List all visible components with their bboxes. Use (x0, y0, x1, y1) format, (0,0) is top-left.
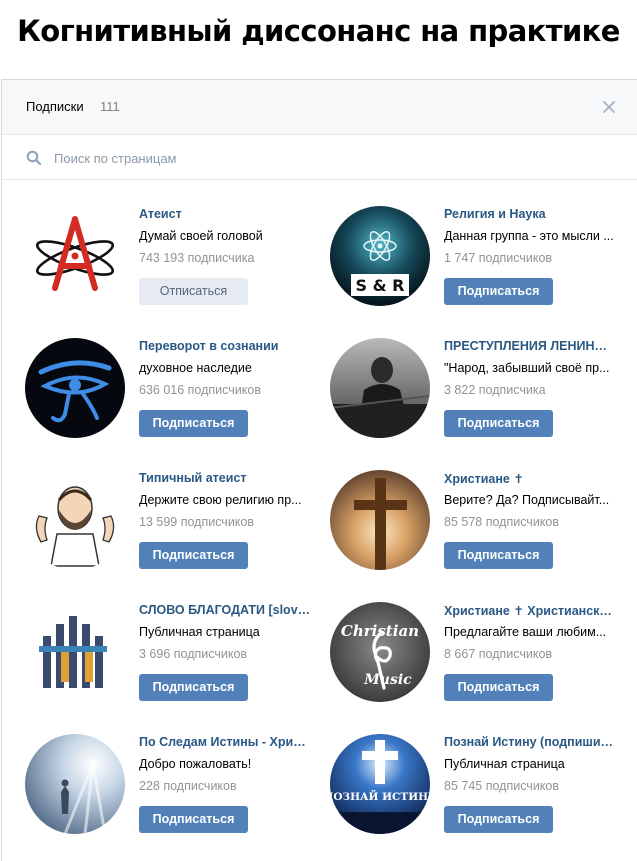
avatar-label: ПОЗНАЙ ИСТИНУ (330, 788, 430, 803)
avatar-label: S & R (356, 276, 405, 295)
modal-header: Подписки 111 (2, 80, 637, 135)
subscriptions-modal: Подписки 111 Атеист (1, 79, 637, 861)
community-avatar[interactable] (25, 206, 125, 306)
community-description: Верите? Да? Подписывайт... (444, 493, 610, 507)
community-name[interactable]: По Следам Истины - Христ... (139, 735, 311, 749)
community-description: Публичная страница (139, 625, 260, 639)
community-subscribers: 228 подписчиков (139, 779, 237, 793)
subscribe-button[interactable]: Подписаться (139, 674, 248, 701)
community-description: Добро пожаловать! (139, 757, 252, 771)
community-description: духовное наследие (139, 361, 252, 375)
cartoon-man-icon (25, 470, 125, 570)
subscriptions-count: 111 (100, 99, 120, 114)
community-card-christians: Христиане ✝ Верите? Да? Подписывайт... 8… (330, 470, 630, 580)
community-card-slovo: СЛОВО БЛАГОДАТИ [slovo... Публичная стра… (25, 602, 325, 712)
christian-music-icon: Christian Music (330, 602, 430, 702)
modal-title: Подписки (26, 99, 84, 114)
community-avatar[interactable] (25, 338, 125, 438)
community-card-poznai-istinu: ПОЗНАЙ ИСТИНУ Познай Истину (подпишись) … (330, 734, 630, 844)
search-input[interactable] (54, 146, 574, 170)
historical-photo-icon (330, 338, 430, 438)
community-subscribers: 1 747 подписчиков (444, 251, 553, 265)
close-button[interactable] (595, 93, 623, 121)
community-subscribers: 85 578 подписчиков (444, 515, 560, 529)
community-avatar[interactable] (25, 470, 125, 570)
community-description: Держите свою религию пр... (139, 493, 302, 507)
community-name[interactable]: Атеист (139, 207, 311, 221)
community-avatar[interactable]: Christian Music (330, 602, 430, 702)
community-avatar[interactable]: S & R (330, 206, 430, 306)
community-name[interactable]: ПРЕСТУПЛЕНИЯ ЛЕНИНА ... (444, 339, 616, 353)
avatar-label: Music (363, 672, 412, 688)
community-name[interactable]: СЛОВО БЛАГОДАТИ [slovo... (139, 603, 311, 617)
community-avatar[interactable] (330, 470, 430, 570)
community-subscribers: 8 667 подписчиков (444, 647, 553, 661)
subscribe-button[interactable]: Подписаться (444, 542, 553, 569)
community-description: Данная группа - это мысли ... (444, 229, 614, 243)
science-religion-atom-icon: S & R (330, 206, 430, 306)
community-card-christian-music: Christian Music Христиане ✝ Христианская… (330, 602, 630, 712)
church-logo-icon (25, 602, 125, 702)
community-avatar[interactable] (25, 734, 125, 834)
community-subscribers: 3 822 подписчика (444, 383, 546, 397)
community-description: Публичная страница (444, 757, 565, 771)
community-subscribers: 13 599 подписчиков (139, 515, 255, 529)
community-description: "Народ, забывший своё пр... (444, 361, 610, 375)
community-card-po-sledam-istiny: По Следам Истины - Христ... Добро пожало… (25, 734, 325, 844)
search-icon (26, 150, 42, 166)
community-subscribers: 636 016 подписчиков (139, 383, 261, 397)
subscribe-button[interactable]: Подписаться (444, 674, 553, 701)
eye-of-horus-icon (25, 338, 125, 438)
glowing-cross-icon: ПОЗНАЙ ИСТИНУ (330, 734, 430, 834)
community-avatar[interactable] (25, 602, 125, 702)
subscribe-button[interactable]: Подписаться (444, 806, 553, 833)
community-subscribers: 85 745 подписчиков (444, 779, 560, 793)
community-description: Думай своей головой (139, 229, 263, 243)
community-name[interactable]: Христиане ✝ Христианская... (444, 603, 616, 618)
community-name[interactable]: Христиане ✝ (444, 471, 616, 486)
community-name[interactable]: Религия и Наука (444, 207, 616, 221)
community-card-typical-atheist: Типичный атеист Держите свою религию пр.… (25, 470, 325, 580)
search-bar (2, 136, 637, 180)
heavenly-light-icon (25, 734, 125, 834)
avatar-label: Christian (341, 622, 419, 640)
community-subscribers: 743 193 подписчика (139, 251, 255, 265)
community-avatar[interactable]: ПОЗНАЙ ИСТИНУ (330, 734, 430, 834)
community-name[interactable]: Типичный атеист (139, 471, 311, 485)
wooden-cross-icon (330, 470, 430, 570)
unsubscribe-button[interactable]: Отписаться (139, 278, 248, 305)
close-icon (603, 101, 615, 113)
atheism-atom-icon (25, 206, 125, 306)
community-card-lenin: ПРЕСТУПЛЕНИЯ ЛЕНИНА ... "Народ, забывший… (330, 338, 630, 448)
subscribe-button[interactable]: Подписаться (139, 806, 248, 833)
meme-title: Когнитивный диссонанс на практике (17, 14, 620, 48)
community-card-religion-science: S & R Религия и Наука Данная группа - эт… (330, 206, 630, 316)
community-card-ateist: Атеист Думай своей головой 743 193 подпи… (25, 206, 325, 316)
community-name[interactable]: Познай Истину (подпишись) (444, 735, 616, 749)
subscribe-button[interactable]: Подписаться (139, 542, 248, 569)
subscribe-button[interactable]: Подписаться (444, 278, 553, 305)
subscribe-button[interactable]: Подписаться (444, 410, 553, 437)
community-name[interactable]: Переворот в сознании (139, 339, 311, 353)
community-card-perevorot: Переворот в сознании духовное наследие 6… (25, 338, 325, 448)
community-avatar[interactable] (330, 338, 430, 438)
subscribe-button[interactable]: Подписаться (139, 410, 248, 437)
community-description: Предлагайте ваши любим... (444, 625, 607, 639)
community-subscribers: 3 696 подписчиков (139, 647, 248, 661)
